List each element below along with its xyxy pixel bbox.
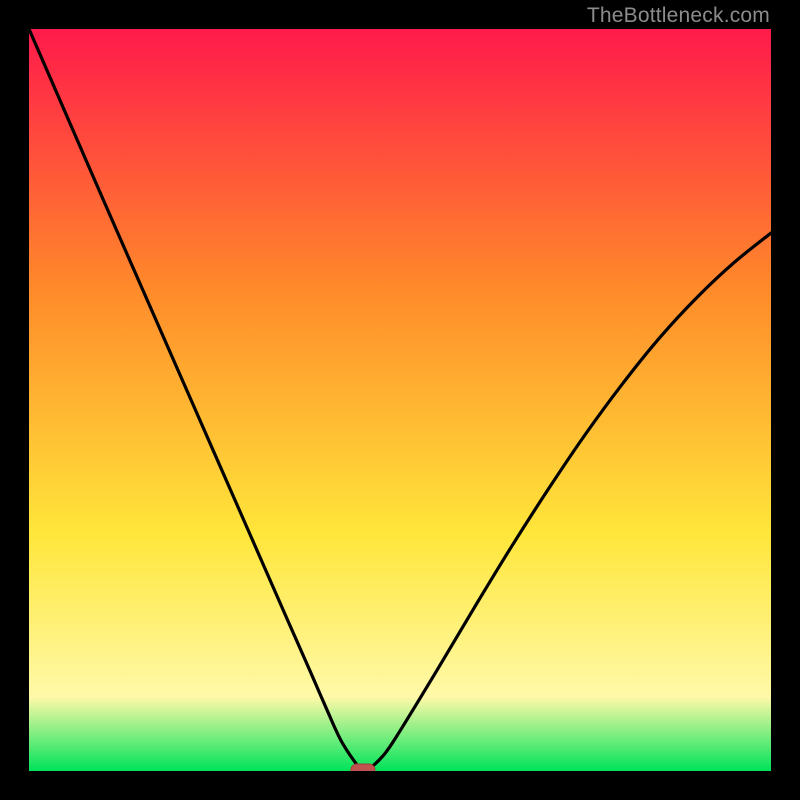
chart-frame: TheBottleneck.com	[0, 0, 800, 800]
watermark-text: TheBottleneck.com	[587, 4, 770, 28]
gradient-background	[29, 29, 771, 771]
plot-area	[29, 29, 771, 771]
minimum-marker	[351, 764, 375, 771]
chart-svg	[29, 29, 771, 771]
